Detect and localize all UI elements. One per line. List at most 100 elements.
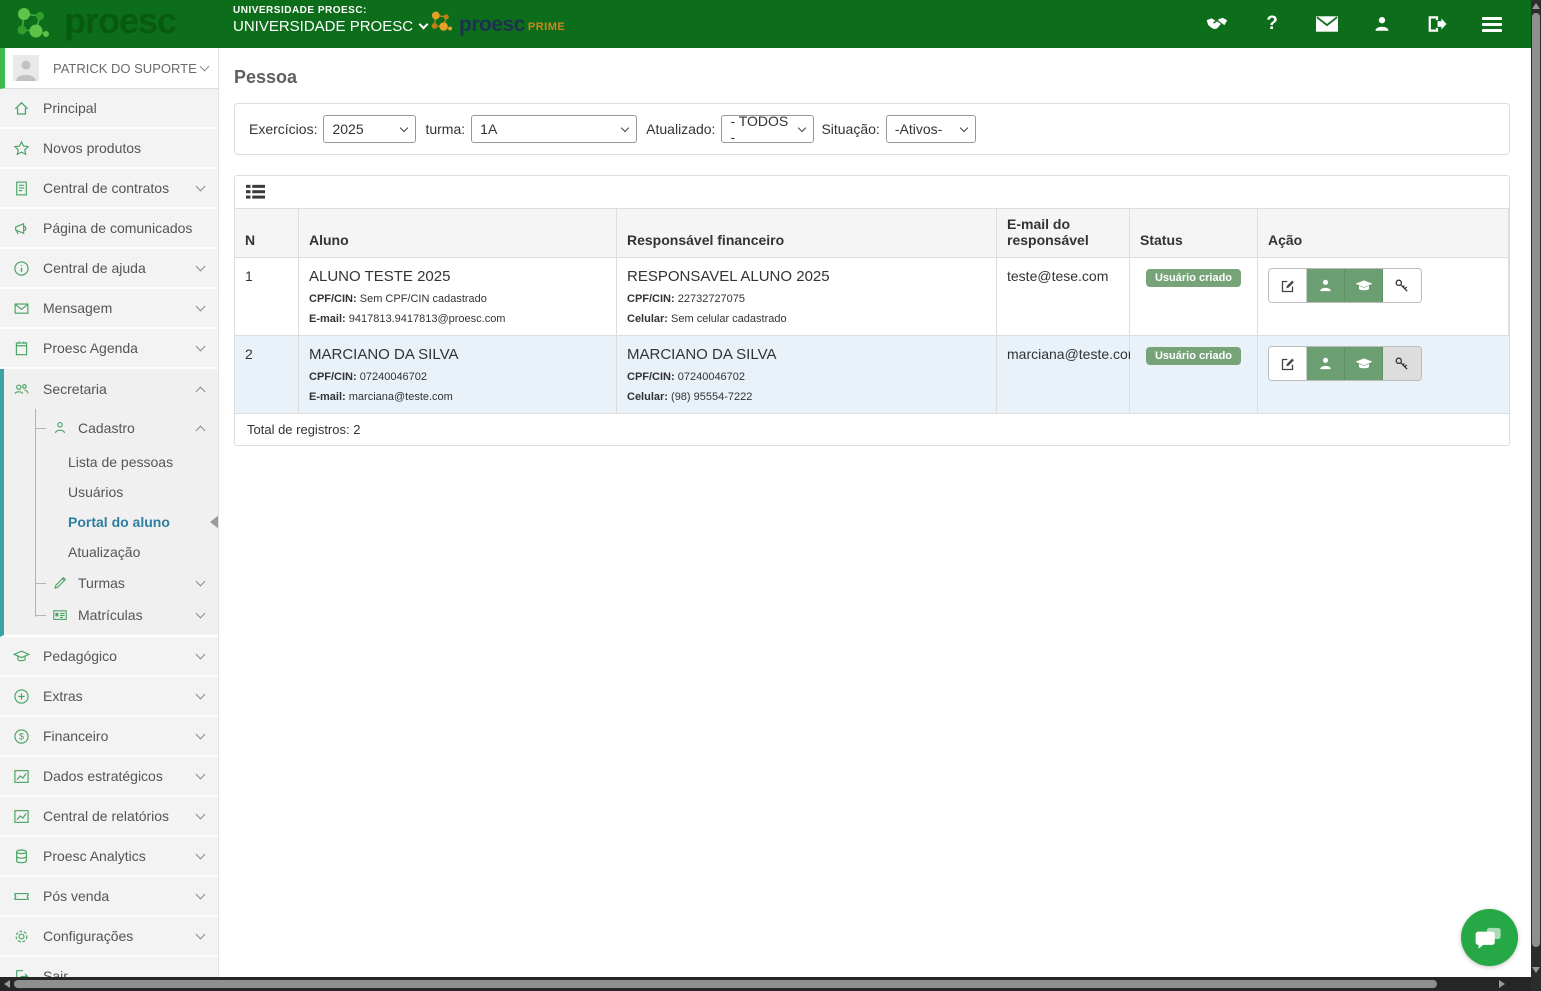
results-table-card: N Aluno Responsável financeiro E-mail do… bbox=[234, 175, 1510, 446]
user-name: PATRICK DO SUPORTE bbox=[53, 60, 197, 76]
sidebar-item-secretaria[interactable]: Secretaria bbox=[4, 369, 218, 409]
graduation-cap-icon bbox=[12, 648, 31, 665]
user-button[interactable] bbox=[1307, 269, 1345, 302]
cpf-label: CPF/CIN: bbox=[309, 371, 357, 383]
sidebar-item-matriculas[interactable]: Matrículas bbox=[4, 599, 218, 631]
proesc-logo-icon[interactable] bbox=[10, 4, 54, 44]
chevron-down-icon bbox=[418, 19, 429, 30]
proesc-brand-text[interactable]: proesc bbox=[64, 0, 177, 42]
sidebar-item-pos-venda[interactable]: Pós venda bbox=[0, 877, 218, 917]
sidebar-item-label: Pedagógico bbox=[43, 648, 117, 664]
svg-text:$: $ bbox=[19, 731, 24, 741]
sidebar-item-central-de-ajuda[interactable]: Central de ajuda bbox=[0, 249, 218, 289]
chevron-down-icon bbox=[199, 61, 210, 72]
help-icon[interactable]: ? bbox=[1261, 13, 1283, 35]
filter-turma-label: turma: bbox=[425, 121, 466, 137]
sidebar-item-label: Central de ajuda bbox=[43, 260, 146, 276]
vertical-scrollbar[interactable] bbox=[1531, 0, 1541, 991]
exercicios-select[interactable]: 2025 bbox=[323, 115, 417, 143]
horizontal-scrollbar-thumb[interactable] bbox=[14, 980, 1437, 988]
logout-icon[interactable] bbox=[1426, 13, 1448, 35]
edit-button[interactable] bbox=[1269, 347, 1307, 380]
filter-bar: Exercícios: 2025 turma: 1A Atualizado: -… bbox=[234, 103, 1510, 155]
sidebar-item-label: Financeiro bbox=[43, 728, 109, 744]
chevron-up-icon bbox=[195, 386, 206, 396]
sidebar-item-label: Sair bbox=[43, 968, 68, 977]
horizontal-scrollbar[interactable] bbox=[0, 977, 1531, 991]
key-button[interactable] bbox=[1383, 269, 1421, 302]
scroll-up-arrow-icon[interactable] bbox=[1532, 3, 1540, 9]
chevron-down-icon bbox=[620, 123, 630, 132]
col-header-status: Status bbox=[1130, 209, 1258, 258]
prime-brand-text: proesc bbox=[459, 12, 525, 36]
info-icon bbox=[13, 260, 30, 277]
sidebar-item-label: Principal bbox=[43, 100, 97, 116]
student-button[interactable] bbox=[1345, 347, 1383, 380]
sidebar-item-principal[interactable]: Principal bbox=[0, 89, 218, 129]
celular-label: Celular: bbox=[627, 391, 668, 403]
student-button[interactable] bbox=[1345, 269, 1383, 302]
sidebar-item-sair[interactable]: Sair bbox=[0, 957, 218, 977]
sidebar-item-turmas[interactable]: Turmas bbox=[4, 567, 218, 599]
chart-line-icon bbox=[13, 808, 30, 825]
sidebar-item-novos-produtos[interactable]: Novos produtos bbox=[0, 129, 218, 169]
sidebar-item-lista-de-pessoas[interactable]: Lista de pessoas bbox=[4, 447, 218, 477]
status-cell: Usuário criado bbox=[1130, 258, 1258, 336]
sidebar-item-cadastro[interactable]: Cadastro bbox=[4, 409, 218, 447]
sidebar-item-dados-estrategicos[interactable]: Dados estratégicos bbox=[0, 757, 218, 797]
scroll-right-arrow-icon[interactable] bbox=[1499, 980, 1505, 988]
dollar-circle-icon: $ bbox=[13, 728, 30, 745]
sidebar-item-portal-do-aluno[interactable]: Portal do aluno bbox=[4, 507, 218, 537]
sidebar-item-label: Mensagem bbox=[43, 300, 113, 316]
filter-exercicios-label: Exercícios: bbox=[249, 121, 318, 137]
sidebar-item-label: Atualização bbox=[68, 544, 141, 560]
secretaria-subtree: Cadastro Lista de pessoas Usuários Porta… bbox=[4, 409, 218, 635]
active-item-pointer-icon bbox=[210, 515, 218, 529]
sidebar-item-configuracoes[interactable]: Configurações bbox=[0, 917, 218, 957]
sidebar-item-atualizacao[interactable]: Atualização bbox=[4, 537, 218, 567]
situacao-select[interactable]: -Ativos- bbox=[885, 115, 976, 143]
sidebar-item-pagina-de-comunicados[interactable]: Página de comunicados bbox=[0, 209, 218, 249]
sidebar-item-financeiro[interactable]: $ Financeiro bbox=[0, 717, 218, 757]
mail-icon[interactable] bbox=[1316, 13, 1338, 35]
main-panel: Pessoa Exercícios: 2025 turma: 1A Atuali… bbox=[220, 48, 1531, 977]
sidebar-item-label: Extras bbox=[43, 688, 83, 704]
pencil-icon bbox=[52, 575, 68, 591]
atualizado-select[interactable]: - TODOS - bbox=[721, 113, 815, 145]
scroll-down-arrow-icon[interactable] bbox=[1532, 967, 1540, 973]
sidebar-item-label: Secretaria bbox=[43, 381, 107, 397]
account-icon[interactable] bbox=[1371, 13, 1393, 35]
responsavel-cell: MARCIANO DA SILVA CPF/CIN: 07240046702 C… bbox=[617, 336, 997, 414]
sidebar-item-mensagem[interactable]: Mensagem bbox=[0, 289, 218, 329]
edit-button[interactable] bbox=[1269, 269, 1307, 302]
sidebar: PATRICK DO SUPORTE Principal Novos produ… bbox=[0, 48, 219, 977]
menu-icon[interactable] bbox=[1481, 13, 1503, 35]
sidebar-item-pedagogico[interactable]: Pedagógico bbox=[0, 637, 218, 677]
school-selector-value: UNIVERSIDADE PROESC bbox=[233, 18, 414, 35]
sidebar-item-label: Proesc Analytics bbox=[43, 848, 146, 864]
sidebar-item-extras[interactable]: Extras bbox=[0, 677, 218, 717]
sidebar-item-usuarios[interactable]: Usuários bbox=[4, 477, 218, 507]
chat-widget-button[interactable] bbox=[1461, 909, 1518, 966]
turma-select[interactable]: 1A bbox=[471, 115, 638, 143]
ticket-icon bbox=[13, 888, 30, 905]
handshake-support-icon[interactable] bbox=[1206, 13, 1228, 35]
sidebar-item-central-de-relatorios[interactable]: Central de relatórios bbox=[0, 797, 218, 837]
sidebar-item-central-de-contratos[interactable]: Central de contratos bbox=[0, 169, 218, 209]
sidebar-section-secretaria: Secretaria Cadastro Lista de pessoas Usu… bbox=[0, 369, 218, 637]
school-selector[interactable]: UNIVERSIDADE PROESC: UNIVERSIDADE PROESC bbox=[233, 5, 429, 35]
sidebar-item-proesc-analytics[interactable]: Proesc Analytics bbox=[0, 837, 218, 877]
sidebar-item-label: Cadastro bbox=[78, 420, 135, 436]
id-card-icon bbox=[52, 607, 68, 623]
cpf-value: 22732727075 bbox=[677, 293, 746, 305]
email-label: E-mail: bbox=[309, 313, 346, 325]
user-menu[interactable]: PATRICK DO SUPORTE bbox=[0, 48, 218, 89]
user-button[interactable] bbox=[1307, 347, 1345, 380]
sidebar-item-proesc-agenda[interactable]: Proesc Agenda bbox=[0, 329, 218, 369]
contract-icon bbox=[13, 180, 30, 197]
chevron-down-icon bbox=[195, 341, 206, 352]
list-view-icon[interactable] bbox=[246, 184, 266, 201]
key-button[interactable] bbox=[1383, 347, 1421, 380]
scroll-left-arrow-icon[interactable] bbox=[4, 980, 10, 988]
vertical-scrollbar-thumb[interactable] bbox=[1532, 13, 1540, 947]
